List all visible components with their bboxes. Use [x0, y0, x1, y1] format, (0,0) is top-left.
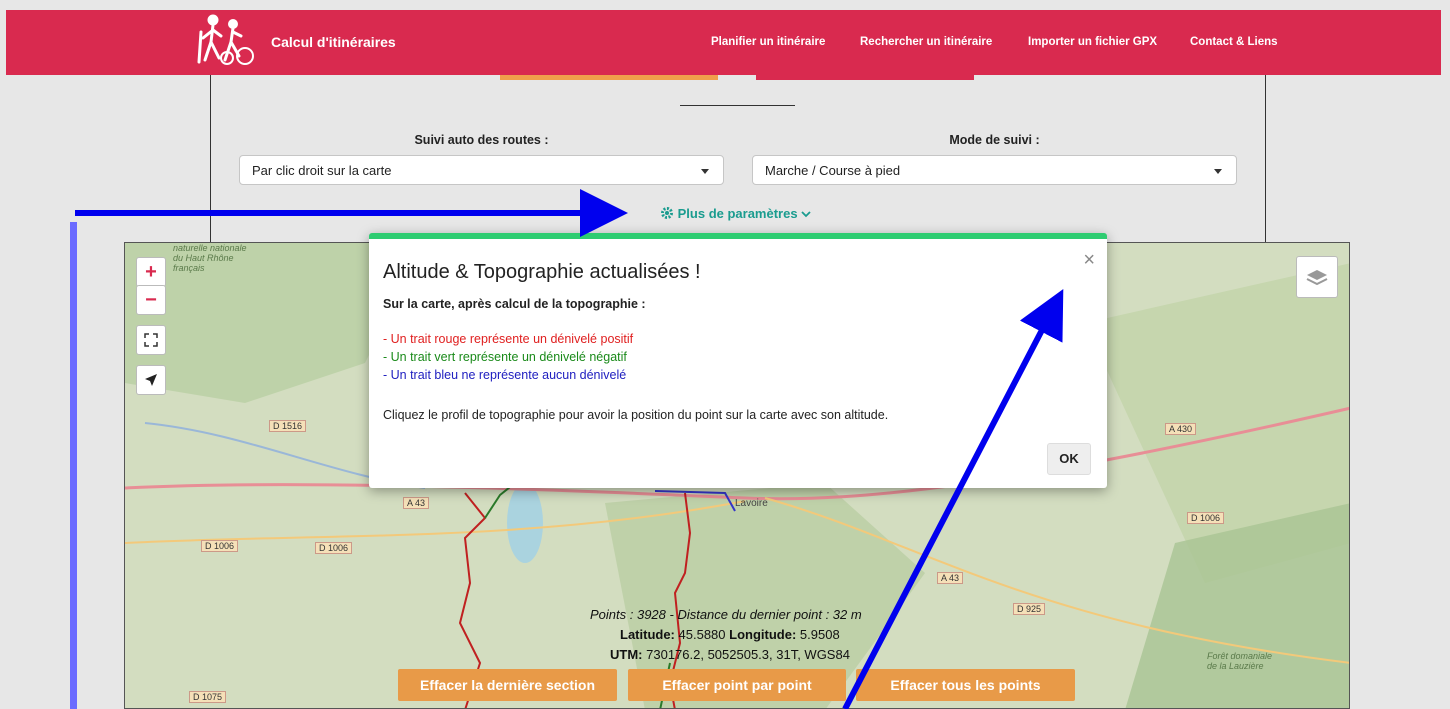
fullscreen-button[interactable] — [136, 325, 166, 355]
reserve-label: naturelle nationale du Haut Rhône frança… — [173, 243, 247, 273]
points-info: Points : 3928 - Distance du dernier poin… — [590, 607, 862, 622]
legend-red-line: - Un trait rouge représente un dénivelé … — [383, 332, 634, 346]
more-params-toggle[interactable]: Plus de paramètres — [660, 206, 811, 221]
road-label: D 1516 — [269, 420, 307, 432]
forest-label: Forêt domaniale de la Lauzière — [1207, 651, 1273, 671]
latitude-value: 45.5880 — [678, 627, 726, 642]
panel-border-left — [210, 75, 211, 245]
gear-icon — [661, 207, 673, 219]
nav-import-gpx[interactable]: Importer un fichier GPX — [1028, 36, 1157, 48]
app-title[interactable]: Calcul d'itinéraires — [271, 34, 396, 50]
layers-icon — [1306, 270, 1328, 286]
nav-plan-route[interactable]: Planifier un itinéraire — [711, 36, 825, 48]
divider — [680, 105, 795, 106]
ok-button[interactable]: OK — [1047, 443, 1091, 475]
longitude-value: 5.9508 — [799, 627, 840, 642]
orange-button-edge[interactable] — [500, 75, 718, 80]
road-label: D 1075 — [189, 691, 227, 703]
road-label: A 430 — [1165, 423, 1197, 435]
road-label: D 1006 — [201, 540, 239, 552]
legend-blue-line: - Un trait bleu ne représente aucun déni… — [383, 368, 627, 382]
utm-info: UTM: 730176.2, 5052505.3, 31T, WGS84 — [610, 647, 850, 662]
suivi-select-value: Par clic droit sur la carte — [252, 163, 392, 178]
chevron-down-icon — [1214, 169, 1222, 174]
zoom-in-button[interactable]: + — [136, 257, 166, 287]
road-label: D 925 — [1013, 603, 1046, 615]
clear-all-points-button[interactable]: Effacer tous les points — [856, 669, 1075, 701]
panel-border-right — [1265, 75, 1266, 245]
mode-label: Mode de suivi : — [949, 133, 1040, 147]
zoom-out-button[interactable]: − — [136, 285, 166, 315]
modal-info-text: Cliquez le profil de topographie pour av… — [383, 408, 889, 422]
suivi-label: Suivi auto des routes : — [414, 133, 549, 147]
nav-search-route[interactable]: Rechercher un itinéraire — [860, 36, 992, 48]
fullscreen-icon — [144, 333, 158, 347]
more-params-label: Plus de paramètres — [677, 206, 798, 221]
topography-modal: Altitude & Topographie actualisées ! × S… — [369, 233, 1107, 488]
road-label: A 43 — [403, 497, 430, 509]
utm-value: 730176.2, 5052505.3, 31T, WGS84 — [646, 647, 850, 662]
locate-button[interactable] — [136, 365, 166, 395]
road-label: D 1006 — [1187, 512, 1225, 524]
road-label: D 1006 — [315, 542, 353, 554]
suivi-select[interactable]: Par clic droit sur la carte — [239, 155, 724, 185]
modal-subtitle: Sur la carte, après calcul de la topogra… — [383, 297, 646, 311]
locate-arrow-icon — [145, 374, 157, 386]
utm-label: UTM: — [610, 647, 643, 662]
road-label: A 43 — [937, 572, 964, 584]
latitude-label: Latitude: — [620, 627, 675, 642]
close-icon[interactable]: × — [1083, 249, 1095, 272]
mode-select[interactable]: Marche / Course à pied — [752, 155, 1237, 185]
legend-green-line: - Un trait vert représente un dénivelé n… — [383, 350, 627, 364]
coordinates-info: Latitude: 45.5880 Longitude: 5.9508 — [620, 627, 840, 642]
side-highlight-bar — [70, 222, 77, 709]
chevron-down-icon — [701, 169, 709, 174]
chevron-down-icon — [801, 211, 811, 218]
longitude-label: Longitude: — [729, 627, 797, 642]
mode-select-value: Marche / Course à pied — [765, 163, 901, 178]
town-label: Lavoire — [735, 498, 768, 509]
clear-last-section-button[interactable]: Effacer la dernière section — [398, 669, 617, 701]
hikers-logo-icon[interactable] — [193, 10, 263, 68]
layers-button[interactable] — [1296, 256, 1338, 298]
modal-title: Altitude & Topographie actualisées ! — [383, 261, 701, 283]
clear-point-by-point-button[interactable]: Effacer point par point — [628, 669, 846, 701]
red-button-edge[interactable] — [756, 75, 974, 80]
nav-contact-links[interactable]: Contact & Liens — [1190, 36, 1278, 48]
